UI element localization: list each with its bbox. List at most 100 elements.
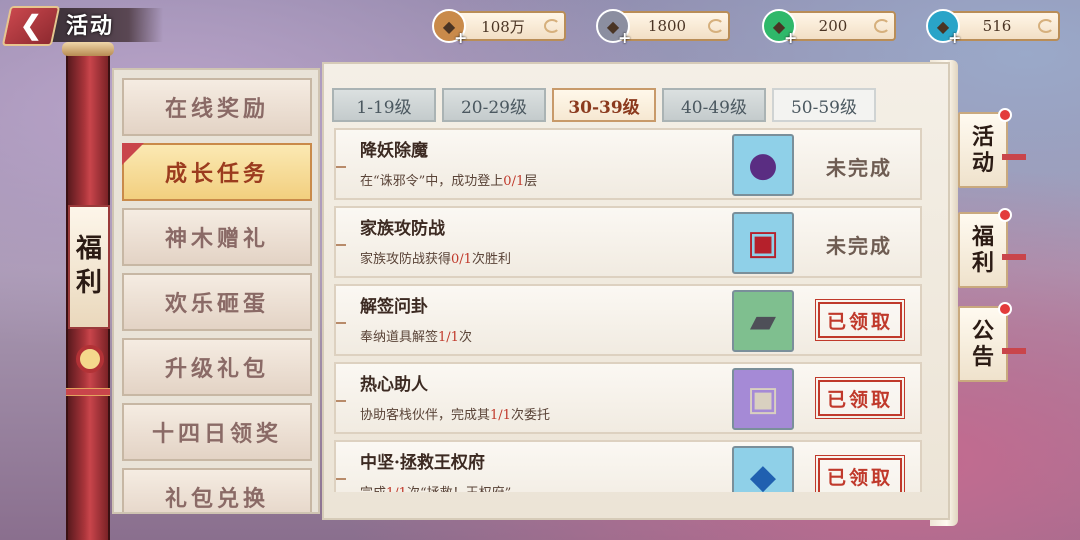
task-title: 解签问卦 bbox=[360, 297, 428, 317]
task-description: 家族攻防战获得0/1次胜利 bbox=[360, 250, 580, 270]
claimed-stamp: 已领取 bbox=[815, 455, 905, 492]
notification-dot-icon bbox=[998, 208, 1012, 222]
claimed-stamp: 已领取 bbox=[815, 299, 905, 341]
row-marker bbox=[336, 400, 346, 402]
notification-dot-icon bbox=[998, 108, 1012, 122]
level-tab[interactable]: 30-39级 bbox=[552, 88, 656, 122]
task-progress: 1/1 bbox=[438, 330, 459, 345]
nav-item[interactable]: 成长任务 bbox=[122, 143, 312, 201]
row-marker bbox=[336, 166, 346, 168]
task-desc-text: 在“诛邪令”中，成功登上 bbox=[360, 174, 504, 189]
add-resource-button[interactable]: + bbox=[618, 28, 631, 47]
task-row: 中坚·拯救王权府完成1/1次“拯救！王权府” ◆ 已领取 bbox=[334, 440, 922, 492]
nav-item-label: 在线奖励 bbox=[164, 96, 269, 122]
reward-glyph: ● bbox=[748, 145, 778, 185]
side-tab-char: 活 bbox=[971, 123, 994, 150]
level-tab[interactable]: 50-59级 bbox=[772, 88, 876, 122]
add-resource-button[interactable]: + bbox=[454, 28, 467, 47]
task-title: 降妖除魔 bbox=[360, 141, 428, 161]
task-desc-text: 家族攻防战获得 bbox=[360, 252, 452, 267]
resource-counter: ◆ +108万 bbox=[432, 9, 566, 47]
side-tab[interactable]: 公告 bbox=[958, 302, 1026, 382]
resource-value: 516 bbox=[982, 17, 1012, 35]
task-desc-text: 层 bbox=[524, 174, 538, 189]
task-desc-text: 次胜利 bbox=[471, 252, 511, 267]
side-tab-char: 动 bbox=[971, 150, 994, 176]
resource-counter: ◆ +1800 bbox=[596, 9, 730, 47]
task-row: 降妖除魔在“诛邪令”中，成功登上0/1层 ● 未完成 bbox=[334, 128, 922, 200]
add-resource-button[interactable]: + bbox=[948, 28, 961, 47]
reward-glyph: ▰ bbox=[749, 301, 777, 341]
resource-value: 200 bbox=[818, 17, 848, 35]
back-arrow-icon: ❮ bbox=[20, 11, 42, 41]
level-tab[interactable]: 40-49级 bbox=[662, 88, 766, 122]
task-title: 家族攻防战 bbox=[360, 219, 445, 239]
incomplete-status: 未完成 bbox=[826, 234, 892, 258]
reward-glyph: ◆ bbox=[749, 457, 777, 492]
claimed-stamp: 已领取 bbox=[815, 377, 905, 419]
reward-glyph: ▣ bbox=[746, 379, 780, 419]
row-marker bbox=[336, 478, 346, 480]
resource-counter: ◆ +516 bbox=[926, 9, 1060, 47]
knot-ornament-icon bbox=[76, 345, 104, 373]
task-row: 解签问卦奉纳道具解签1/1次 ▰ 已领取 bbox=[334, 284, 922, 356]
side-tab-char: 告 bbox=[971, 344, 994, 370]
nav-item[interactable]: 在线奖励 bbox=[122, 78, 312, 136]
row-marker bbox=[336, 322, 346, 324]
level-tab[interactable]: 1-19级 bbox=[332, 88, 436, 122]
swirl-ornament-icon bbox=[1038, 19, 1054, 33]
rope-band bbox=[66, 388, 110, 396]
task-row: 家族攻防战家族攻防战获得0/1次胜利 ▣ 未完成 bbox=[334, 206, 922, 278]
scroll-label: 福 利 bbox=[68, 205, 110, 329]
task-description: 协助客栈伙伴，完成其1/1次委托 bbox=[360, 406, 580, 426]
swirl-ornament-icon bbox=[544, 19, 560, 33]
task-desc-text: 协助客栈伙伴，完成其 bbox=[360, 408, 491, 423]
back-button[interactable]: ❮ bbox=[1, 6, 61, 46]
task-desc-text: 次委托 bbox=[510, 408, 550, 423]
ribbon-ornament bbox=[1002, 254, 1026, 260]
row-marker bbox=[336, 244, 346, 246]
swirl-ornament-icon bbox=[708, 19, 724, 33]
silver-chest-icon[interactable]: ▣ bbox=[732, 368, 794, 430]
nav-item[interactable]: 礼包兑换 bbox=[122, 468, 312, 512]
scroll-label-char: 利 bbox=[75, 268, 102, 298]
task-progress: 1/1 bbox=[386, 486, 407, 492]
side-tab[interactable]: 活动 bbox=[958, 108, 1026, 188]
reward-glyph: ▣ bbox=[746, 223, 780, 263]
side-tab-char: 福 bbox=[971, 223, 994, 250]
ribbon-ornament bbox=[1002, 348, 1026, 354]
purple-orb-icon[interactable]: ● bbox=[732, 134, 794, 196]
task-progress: 0/1 bbox=[503, 174, 525, 189]
iron-ingot-icon[interactable]: ▰ bbox=[732, 290, 794, 352]
nav-item[interactable]: 欢乐砸蛋 bbox=[122, 273, 312, 331]
task-desc-text: 奉纳道具解签 bbox=[360, 330, 439, 345]
active-corner-marker bbox=[122, 143, 144, 165]
task-progress: 0/1 bbox=[451, 252, 472, 267]
treasure-chest-icon[interactable]: ▣ bbox=[732, 212, 794, 274]
resource-counter: ◆ +200 bbox=[762, 9, 896, 47]
page-title: 活动 bbox=[66, 13, 115, 39]
task-desc-text: 次“拯救！王权府” bbox=[407, 486, 511, 492]
side-tab[interactable]: 福利 bbox=[958, 208, 1026, 288]
resource-value: 108万 bbox=[481, 17, 525, 36]
task-desc-text: 完成 bbox=[360, 486, 386, 492]
scroll-label-char: 福 bbox=[75, 234, 102, 265]
nav-item[interactable]: 神木赠礼 bbox=[122, 208, 312, 266]
level-tab[interactable]: 20-29级 bbox=[442, 88, 546, 122]
nav-item-label: 成长任务 bbox=[164, 161, 269, 187]
task-progress: 1/1 bbox=[490, 408, 511, 423]
nav-item-label: 十四日领奖 bbox=[151, 421, 282, 447]
blue-vase-icon[interactable]: ◆ bbox=[732, 446, 794, 492]
task-title: 中坚·拯救王权府 bbox=[360, 453, 485, 473]
task-description: 奉纳道具解签1/1次 bbox=[360, 328, 580, 348]
task-list[interactable]: 降妖除魔 在“诛邪令”中，成功登上0/1层 ● 未完成 家族攻防战 家族攻防战获得0/1次… bbox=[334, 128, 926, 492]
nav-item[interactable]: 十四日领奖 bbox=[122, 403, 312, 461]
notification-dot-icon bbox=[998, 302, 1012, 316]
nav-item[interactable]: 升级礼包 bbox=[122, 338, 312, 396]
ribbon-ornament bbox=[1002, 154, 1026, 160]
nav-item-label: 神木赠礼 bbox=[164, 226, 269, 252]
add-resource-button[interactable]: + bbox=[784, 28, 797, 47]
swirl-ornament-icon bbox=[874, 19, 890, 33]
nav-panel: 在线奖励成长任务神木赠礼欢乐砸蛋升级礼包十四日领奖礼包兑换 bbox=[112, 68, 320, 514]
incomplete-status: 未完成 bbox=[826, 156, 892, 180]
